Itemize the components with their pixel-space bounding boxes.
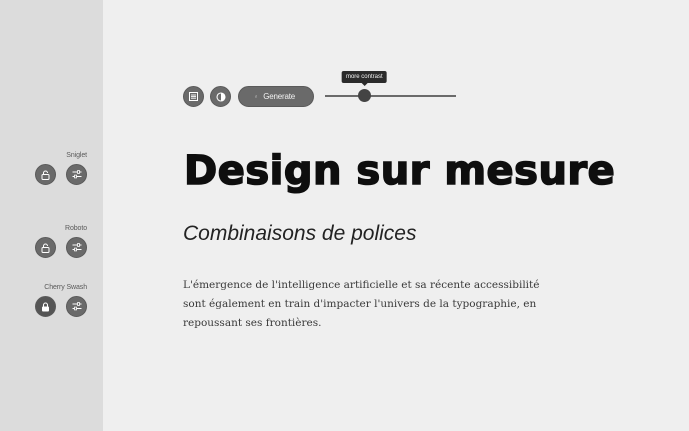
slider-track[interactable] [325, 95, 456, 97]
font-controls [7, 296, 87, 317]
generate-button[interactable]: Generate [238, 86, 314, 107]
lock-icon [42, 301, 49, 311]
generate-label: Generate [263, 92, 295, 101]
font-name-label: Cherry Swash [44, 284, 87, 291]
toolbar: Generate [183, 86, 314, 107]
contrast-slider[interactable]: more contrast [325, 70, 456, 104]
refresh-icon [255, 95, 258, 98]
list-view-button[interactable] [183, 86, 204, 107]
unlock-icon [41, 170, 50, 180]
body-paragraph: L'émergence de l'intelligence artificiel… [183, 279, 540, 329]
contrast-toggle-button[interactable] [210, 86, 231, 107]
font-settings-button[interactable] [66, 237, 87, 258]
font-group-heading: Sniglet [7, 152, 87, 185]
headline: Design sur mesure [183, 147, 616, 195]
sliders-icon [72, 302, 81, 311]
font-controls [7, 164, 87, 185]
lock-toggle-button[interactable] [35, 296, 56, 317]
lock-toggle-button[interactable] [35, 164, 56, 185]
font-settings-button[interactable] [66, 296, 87, 317]
sliders-icon [72, 170, 81, 179]
font-controls [7, 237, 87, 258]
font-sidebar: Sniglet Roboto Cherry Swash [0, 0, 103, 431]
font-group-body: Cherry Swash [7, 284, 87, 317]
preview-area: Generate more contrast Design sur mesure… [103, 0, 689, 431]
unlock-icon [41, 243, 50, 253]
slider-thumb[interactable] [358, 89, 372, 102]
list-icon [189, 92, 198, 101]
sliders-icon [72, 243, 81, 252]
subtitle: Combinaisons de polices [183, 222, 417, 245]
font-name-label: Sniglet [66, 152, 87, 159]
font-name-label: Roboto [65, 225, 87, 232]
contrast-icon [215, 91, 226, 102]
font-group-subtitle: Roboto [7, 225, 87, 258]
slider-tooltip: more contrast [341, 71, 387, 86]
font-settings-button[interactable] [66, 164, 87, 185]
lock-toggle-button[interactable] [35, 237, 56, 258]
